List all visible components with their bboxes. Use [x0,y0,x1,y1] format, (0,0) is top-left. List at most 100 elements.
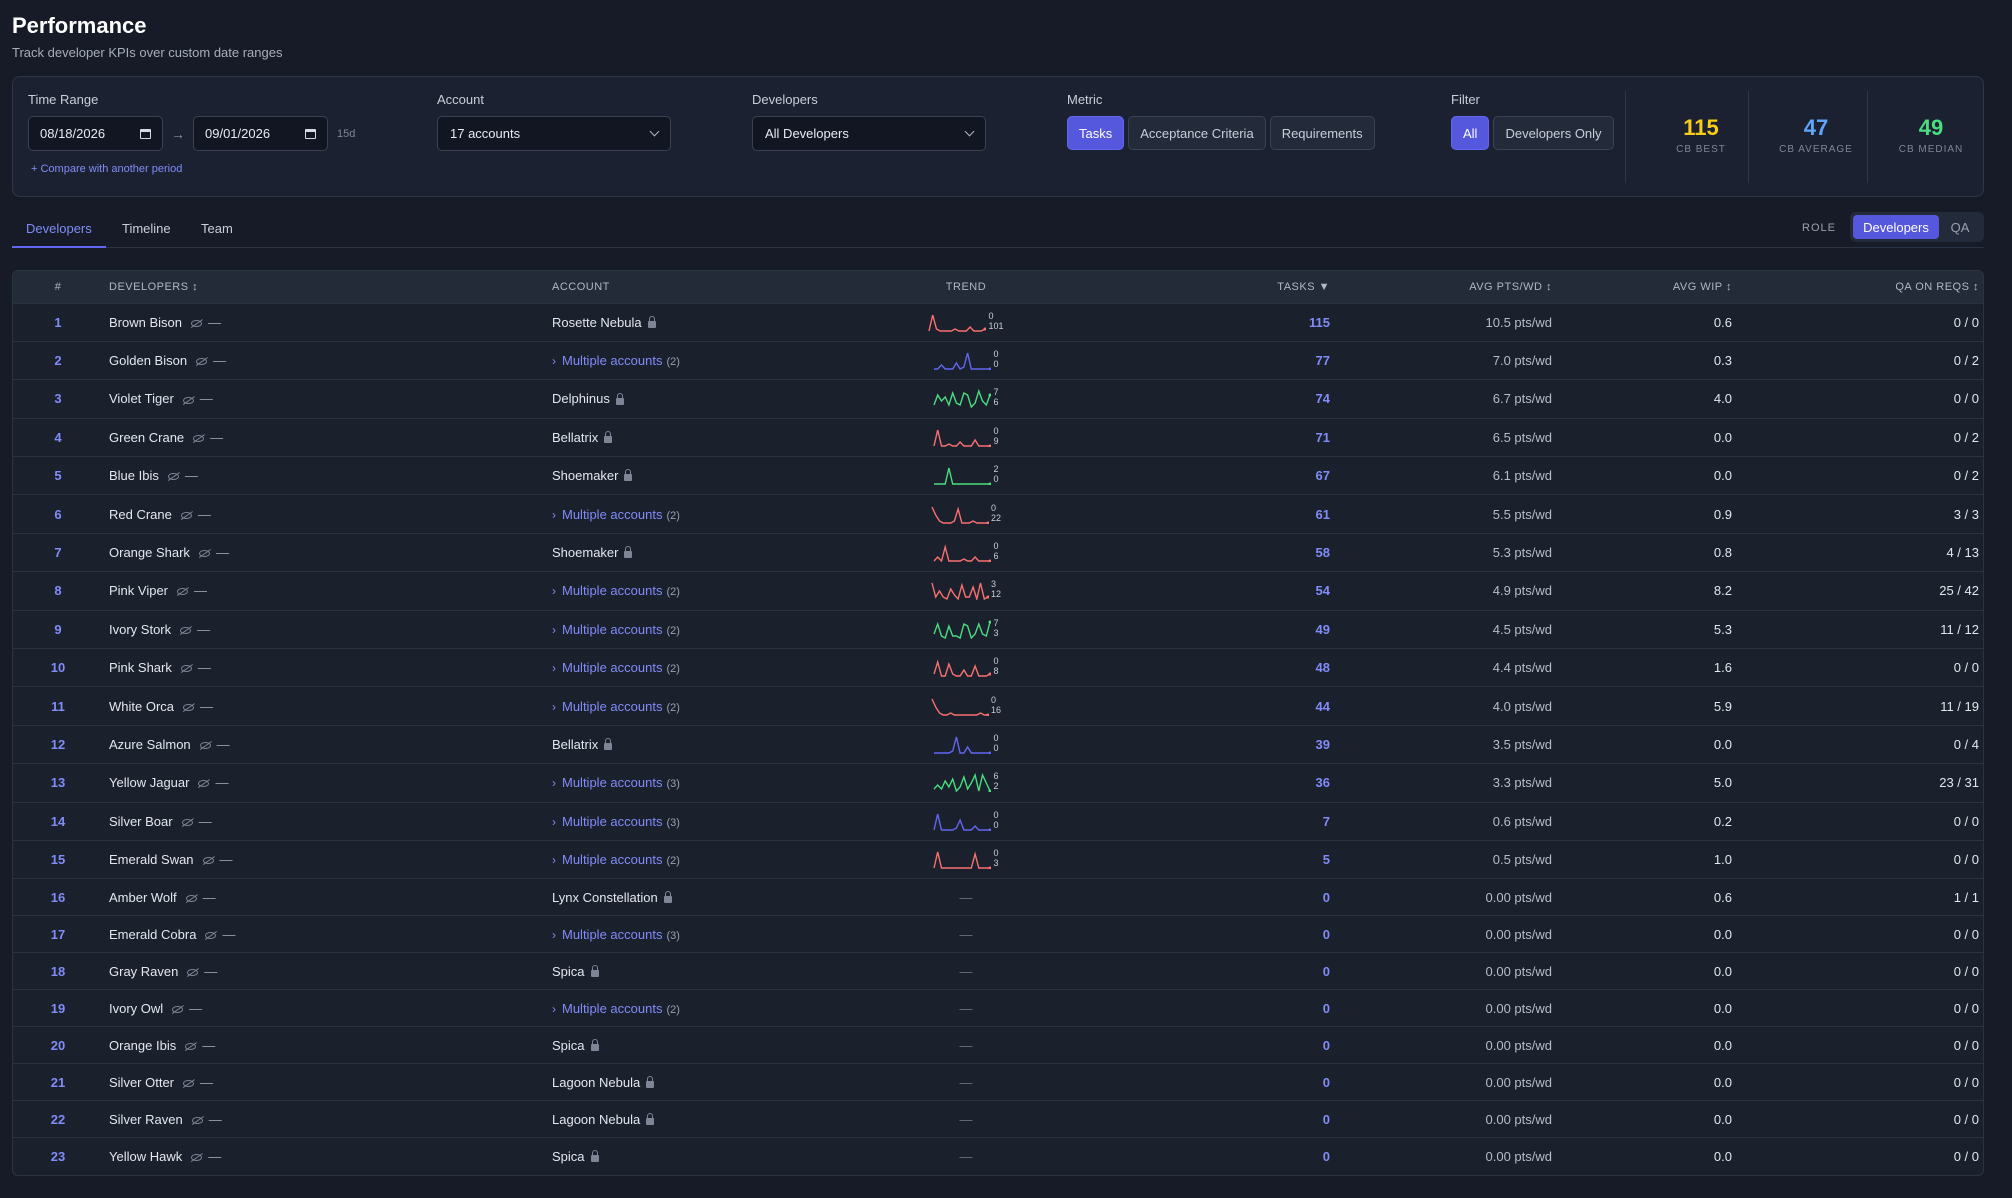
multiple-accounts-toggle[interactable]: › Multiple accounts (2) [552,699,680,714]
eye-off-icon[interactable] [187,968,199,976]
developer-name[interactable]: Red Crane [109,507,172,522]
tab-team[interactable]: Team [201,212,233,248]
developer-name[interactable]: Brown Bison [109,315,182,330]
start-date-input[interactable]: 08/18/2026 [28,116,163,151]
eye-off-icon[interactable] [205,931,217,939]
metric-acceptance-criteria-button[interactable]: Acceptance Criteria [1128,116,1266,150]
table-row[interactable]: 19 Ivory Owl — › Multiple accounts (2) —0 0.00 … [13,989,1983,1027]
tasks-value[interactable]: 39 [1066,725,1336,763]
tasks-value[interactable]: 0 [1066,879,1336,916]
table-row[interactable]: 13 Yellow Jaguar — › Multiple accounts (3) 6 2 3… [13,763,1983,802]
developer-name[interactable]: Pink Viper [109,583,168,598]
developers-select[interactable]: All Developers [752,116,986,151]
tasks-value[interactable]: 36 [1066,764,1336,802]
table-row[interactable]: 15 Emerald Swan — › Multiple accounts (2) 0 3 5 0… [13,840,1983,878]
developer-name[interactable]: Emerald Swan [109,852,194,867]
developer-name[interactable]: Silver Boar [109,814,173,829]
multiple-accounts-toggle[interactable]: › Multiple accounts (2) [552,660,680,675]
multiple-accounts-toggle[interactable]: › Multiple accounts (3) [552,814,680,829]
multiple-accounts-toggle[interactable]: › Multiple accounts (2) [552,852,680,867]
table-row[interactable]: 9 Ivory Stork — › Multiple accounts (2) 7 3 49 4.… [13,610,1983,648]
account-select[interactable]: 17 accounts [437,116,671,151]
role-qa-button[interactable]: QA [1939,215,1981,239]
table-row[interactable]: 1 Brown Bison — Rosette Nebula 0 101 115 10.5 p… [13,303,1983,341]
multiple-accounts-toggle[interactable]: › Multiple accounts (3) [552,775,680,790]
col-developers[interactable]: DEVELOPERS ↕ [103,271,546,303]
role-developers-button[interactable]: Developers [1853,215,1939,239]
eye-off-icon[interactable] [185,894,197,902]
eye-off-icon[interactable] [193,434,205,442]
tasks-value[interactable]: 5 [1066,840,1336,878]
eye-off-icon[interactable] [198,780,210,788]
tasks-value[interactable]: 54 [1066,572,1336,610]
multiple-accounts-toggle[interactable]: › Multiple accounts (2) [552,353,680,368]
table-row[interactable]: 5 Blue Ibis — Shoemaker 2 0 67 6.1 pts/wd 0.0 0 /… [13,456,1983,495]
developer-name[interactable]: Gray Raven [109,964,178,979]
eye-off-icon[interactable] [172,1005,184,1013]
metric-requirements-button[interactable]: Requirements [1269,116,1375,150]
filter-developers-only-button[interactable]: Developers Only [1493,116,1614,150]
col-avg-pts[interactable]: AVG PTS/WD ↕ [1336,271,1558,303]
eye-off-icon[interactable] [181,818,193,826]
col-avg-wip[interactable]: AVG WIP ↕ [1558,271,1738,303]
eye-off-icon[interactable] [191,1154,203,1162]
table-row[interactable]: 7 Orange Shark — Shoemaker 0 6 58 5.3 pts/wd 0.8… [13,533,1983,571]
developer-name[interactable]: Golden Bison [109,353,187,368]
tasks-value[interactable]: 0 [1066,953,1336,990]
calendar-icon[interactable] [140,128,151,139]
developer-name[interactable]: Emerald Cobra [109,927,196,942]
col-qa-on-reqs[interactable]: QA ON REQS ↕ [1738,271,1983,303]
eye-off-icon[interactable] [180,626,192,634]
tasks-value[interactable]: 48 [1066,649,1336,687]
table-row[interactable]: 14 Silver Boar — › Multiple accounts (3) 0 0 7 0.… [13,802,1983,840]
calendar-icon[interactable] [305,128,316,139]
developer-name[interactable]: Yellow Jaguar [109,775,189,790]
table-row[interactable]: 22 Silver Raven — Lagoon Nebula — 0 0.00 pts/w… [13,1100,1983,1138]
table-row[interactable]: 12 Azure Salmon — Bellatrix 0 0 39 3.5 pts/wd 0.… [13,725,1983,763]
eye-off-icon[interactable] [177,588,189,596]
developer-name[interactable]: White Orca [109,699,174,714]
multiple-accounts-toggle[interactable]: › Multiple accounts (3) [552,927,680,942]
developer-name[interactable]: Blue Ibis [109,468,159,483]
developer-name[interactable]: Amber Wolf [109,890,177,905]
eye-off-icon[interactable] [183,703,195,711]
table-row[interactable]: 6 Red Crane — › Multiple accounts (2) 0 22 61 5.5… [13,494,1983,533]
table-row[interactable]: 8 Pink Viper — › Multiple accounts (2) 3 12 54 4.… [13,571,1983,610]
eye-off-icon[interactable] [191,1116,203,1124]
eye-off-icon[interactable] [202,857,214,865]
tasks-value[interactable]: 61 [1066,495,1336,533]
table-row[interactable]: 21 Silver Otter — Lagoon Nebula — 0 0.00 pts/w… [13,1063,1983,1101]
multiple-accounts-toggle[interactable]: › Multiple accounts (2) [552,1001,680,1016]
eye-off-icon[interactable] [185,1042,197,1050]
table-row[interactable]: 4 Green Crane — Bellatrix 0 9 71 6.5 pts/wd 0.0 0… [13,418,1983,456]
eye-off-icon[interactable] [196,358,208,366]
tasks-value[interactable]: 77 [1066,341,1336,379]
filter-all-button[interactable]: All [1451,116,1490,150]
developer-name[interactable]: Ivory Owl [109,1001,163,1016]
tasks-value[interactable]: 0 [1066,1027,1336,1064]
tasks-value[interactable]: 58 [1066,533,1336,571]
table-row[interactable]: 3 Violet Tiger — Delphinus 7 6 74 6.7 pts/wd 4.0… [13,379,1983,418]
eye-off-icon[interactable] [180,665,192,673]
developer-name[interactable]: Yellow Hawk [109,1149,182,1164]
eye-off-icon[interactable] [199,742,211,750]
multiple-accounts-toggle[interactable]: › Multiple accounts (2) [552,583,680,598]
developer-name[interactable]: Azure Salmon [109,737,191,752]
eye-off-icon[interactable] [167,473,179,481]
table-row[interactable]: 16 Amber Wolf — Lynx Constellation — 0 0.00 pt… [13,878,1983,916]
tasks-value[interactable]: 0 [1066,1138,1336,1175]
eye-off-icon[interactable] [198,550,210,558]
tasks-value[interactable]: 49 [1066,610,1336,648]
table-row[interactable]: 18 Gray Raven — Spica — 0 0.00 pts/wd 0.0 0 / 0 [13,952,1983,990]
end-date-input[interactable]: 09/01/2026 [193,116,328,151]
developer-name[interactable]: Pink Shark [109,660,172,675]
developer-name[interactable]: Silver Raven [109,1112,183,1127]
tab-developers[interactable]: Developers [12,212,106,248]
table-row[interactable]: 11 White Orca — › Multiple accounts (2) 0 16 44 4… [13,686,1983,725]
multiple-accounts-toggle[interactable]: › Multiple accounts (2) [552,622,680,637]
tasks-value[interactable]: 0 [1066,1064,1336,1101]
developer-name[interactable]: Ivory Stork [109,622,171,637]
table-row[interactable]: 10 Pink Shark — › Multiple accounts (2) 0 8 48 4.… [13,648,1983,687]
table-row[interactable]: 2 Golden Bison — › Multiple accounts (2) 0 0 77 7… [13,341,1983,379]
developer-name[interactable]: Silver Otter [109,1075,174,1090]
